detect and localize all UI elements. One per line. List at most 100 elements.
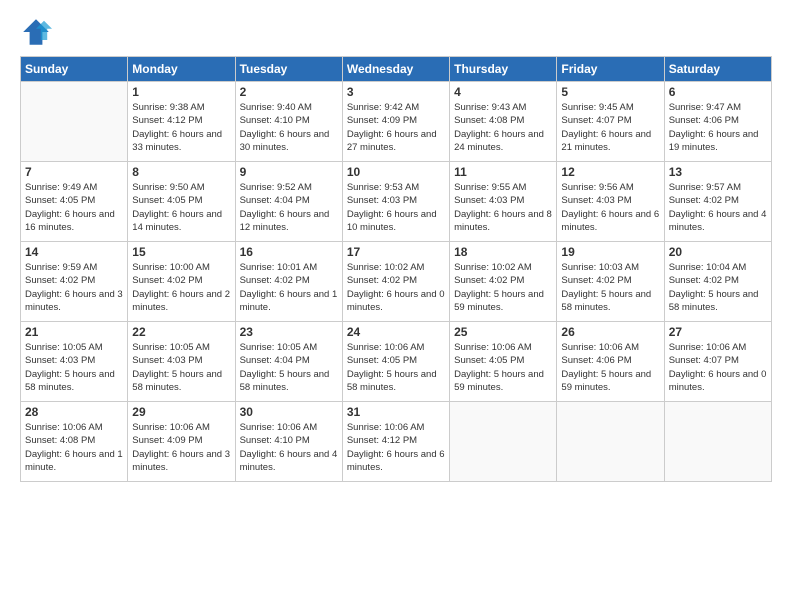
day-number: 3 (347, 85, 445, 99)
day-number: 7 (25, 165, 123, 179)
day-cell: 27 Sunrise: 10:06 AMSunset: 4:07 PMDaylig… (664, 322, 771, 402)
day-number: 31 (347, 405, 445, 419)
weekday-header-tuesday: Tuesday (235, 57, 342, 82)
day-number: 18 (454, 245, 552, 259)
day-number: 15 (132, 245, 230, 259)
day-info: Sunrise: 9:38 AMSunset: 4:12 PMDaylight:… (132, 101, 230, 154)
day-info: Sunrise: 10:06 AMSunset: 4:08 PMDaylight… (25, 421, 123, 474)
day-number: 4 (454, 85, 552, 99)
day-info: Sunrise: 10:06 AMSunset: 4:07 PMDaylight… (669, 341, 767, 394)
weekday-header-friday: Friday (557, 57, 664, 82)
weekday-header-monday: Monday (128, 57, 235, 82)
day-info: Sunrise: 10:05 AMSunset: 4:03 PMDaylight… (132, 341, 230, 394)
weekday-header-wednesday: Wednesday (342, 57, 449, 82)
day-cell: 19 Sunrise: 10:03 AMSunset: 4:02 PMDaylig… (557, 242, 664, 322)
day-cell: 2Sunrise: 9:40 AMSunset: 4:10 PMDaylight… (235, 82, 342, 162)
day-number: 26 (561, 325, 659, 339)
day-info: Sunrise: 10:06 AMSunset: 4:10 PMDaylight… (240, 421, 338, 474)
day-number: 12 (561, 165, 659, 179)
day-number: 5 (561, 85, 659, 99)
day-cell: 4 Sunrise: 9:43 AMSunset: 4:08 PMDaylight… (450, 82, 557, 162)
day-info: Sunrise: 10:00 AMSunset: 4:02 PMDaylight… (132, 261, 230, 314)
day-info: Sunrise: 9:52 AMSunset: 4:04 PMDaylight:… (240, 181, 338, 234)
day-number: 23 (240, 325, 338, 339)
weekday-header-saturday: Saturday (664, 57, 771, 82)
weekday-header-thursday: Thursday (450, 57, 557, 82)
day-number: 9 (240, 165, 338, 179)
day-info: Sunrise: 10:05 AMSunset: 4:04 PMDaylight… (240, 341, 338, 394)
day-number: 16 (240, 245, 338, 259)
day-cell: 21Sunrise: 10:05 AMSunset: 4:03 PMDaylig… (21, 322, 128, 402)
day-number: 6 (669, 85, 767, 99)
day-info: Sunrise: 10:06 AMSunset: 4:05 PMDaylight… (347, 341, 445, 394)
day-number: 27 (669, 325, 767, 339)
day-number: 24 (347, 325, 445, 339)
day-cell: 8 Sunrise: 9:50 AMSunset: 4:05 PMDaylight… (128, 162, 235, 242)
week-row-3: 14 Sunrise: 9:59 AMSunset: 4:02 PMDayligh… (21, 242, 772, 322)
calendar: SundayMondayTuesdayWednesdayThursdayFrid… (20, 56, 772, 482)
day-number: 20 (669, 245, 767, 259)
day-info: Sunrise: 9:50 AMSunset: 4:05 PMDaylight:… (132, 181, 230, 234)
week-row-4: 21 Sunrise: 10:05 AMSunset: 4:03 PMDaylig… (21, 322, 772, 402)
day-info: Sunrise: 9:47 AMSunset: 4:06 PMDaylight:… (669, 101, 767, 154)
day-info: Sunrise: 9:59 AMSunset: 4:02 PMDaylight:… (25, 261, 123, 314)
week-row-2: 7 Sunrise: 9:49 AMSunset: 4:05 PMDaylight… (21, 162, 772, 242)
day-cell (450, 402, 557, 482)
day-info: Sunrise: 9:40 AMSunset: 4:10 PMDaylight:… (240, 101, 338, 154)
day-info: Sunrise: 10:06 AMSunset: 4:09 PMDaylight… (132, 421, 230, 474)
day-cell (664, 402, 771, 482)
day-info: Sunrise: 9:43 AMSunset: 4:08 PMDaylight:… (454, 101, 552, 154)
day-cell: 3 Sunrise: 9:42 AMSunset: 4:09 PMDaylight… (342, 82, 449, 162)
day-info: Sunrise: 9:42 AMSunset: 4:09 PMDaylight:… (347, 101, 445, 154)
day-cell: 12 Sunrise: 9:56 AMSunset: 4:03 PMDayligh… (557, 162, 664, 242)
day-number: 29 (132, 405, 230, 419)
day-info: Sunrise: 10:04 AMSunset: 4:02 PMDaylight… (669, 261, 767, 314)
day-cell: 5 Sunrise: 9:45 AMSunset: 4:07 PMDaylight… (557, 82, 664, 162)
day-number: 22 (132, 325, 230, 339)
day-cell: 17 Sunrise: 10:02 AMSunset: 4:02 PMDaylig… (342, 242, 449, 322)
day-number: 30 (240, 405, 338, 419)
day-info: Sunrise: 9:53 AMSunset: 4:03 PMDaylight:… (347, 181, 445, 234)
day-info: Sunrise: 10:02 AMSunset: 4:02 PMDaylight… (454, 261, 552, 314)
day-cell: 26 Sunrise: 10:06 AMSunset: 4:06 PMDaylig… (557, 322, 664, 402)
day-number: 14 (25, 245, 123, 259)
day-info: Sunrise: 9:49 AMSunset: 4:05 PMDaylight:… (25, 181, 123, 234)
logo-icon (20, 16, 52, 48)
day-number: 21 (25, 325, 123, 339)
day-info: Sunrise: 10:01 AMSunset: 4:02 PMDaylight… (240, 261, 338, 314)
weekday-header-sunday: Sunday (21, 57, 128, 82)
day-cell: 20 Sunrise: 10:04 AMSunset: 4:02 PMDaylig… (664, 242, 771, 322)
day-cell: 22 Sunrise: 10:05 AMSunset: 4:03 PMDaylig… (128, 322, 235, 402)
day-cell: 25Sunrise: 10:06 AMSunset: 4:05 PMDaylig… (450, 322, 557, 402)
day-cell: 15 Sunrise: 10:00 AMSunset: 4:02 PMDaylig… (128, 242, 235, 322)
weekday-header-row: SundayMondayTuesdayWednesdayThursdayFrid… (21, 57, 772, 82)
day-info: Sunrise: 10:02 AMSunset: 4:02 PMDaylight… (347, 261, 445, 314)
day-number: 10 (347, 165, 445, 179)
day-info: Sunrise: 9:45 AMSunset: 4:07 PMDaylight:… (561, 101, 659, 154)
day-cell: 1 Sunrise: 9:38 AMSunset: 4:12 PMDaylight… (128, 82, 235, 162)
day-cell: 6 Sunrise: 9:47 AMSunset: 4:06 PMDaylight… (664, 82, 771, 162)
day-cell: 29 Sunrise: 10:06 AMSunset: 4:09 PMDaylig… (128, 402, 235, 482)
day-info: Sunrise: 10:06 AMSunset: 4:06 PMDaylight… (561, 341, 659, 394)
day-info: Sunrise: 10:03 AMSunset: 4:02 PMDaylight… (561, 261, 659, 314)
day-number: 1 (132, 85, 230, 99)
day-cell: 28 Sunrise: 10:06 AMSunset: 4:08 PMDaylig… (21, 402, 128, 482)
day-number: 17 (347, 245, 445, 259)
header (20, 16, 772, 48)
day-number: 8 (132, 165, 230, 179)
day-number: 19 (561, 245, 659, 259)
page: SundayMondayTuesdayWednesdayThursdayFrid… (0, 0, 792, 612)
day-number: 25 (454, 325, 552, 339)
day-cell: 14 Sunrise: 9:59 AMSunset: 4:02 PMDayligh… (21, 242, 128, 322)
day-cell: 18 Sunrise: 10:02 AMSunset: 4:02 PMDaylig… (450, 242, 557, 322)
day-cell (557, 402, 664, 482)
day-cell (21, 82, 128, 162)
logo (20, 16, 56, 48)
day-info: Sunrise: 9:55 AMSunset: 4:03 PMDaylight:… (454, 181, 552, 234)
day-cell: 30 Sunrise: 10:06 AMSunset: 4:10 PMDaylig… (235, 402, 342, 482)
day-number: 28 (25, 405, 123, 419)
day-number: 13 (669, 165, 767, 179)
day-cell: 7 Sunrise: 9:49 AMSunset: 4:05 PMDaylight… (21, 162, 128, 242)
day-cell: 9 Sunrise: 9:52 AMSunset: 4:04 PMDaylight… (235, 162, 342, 242)
day-info: Sunrise: 9:56 AMSunset: 4:03 PMDaylight:… (561, 181, 659, 234)
